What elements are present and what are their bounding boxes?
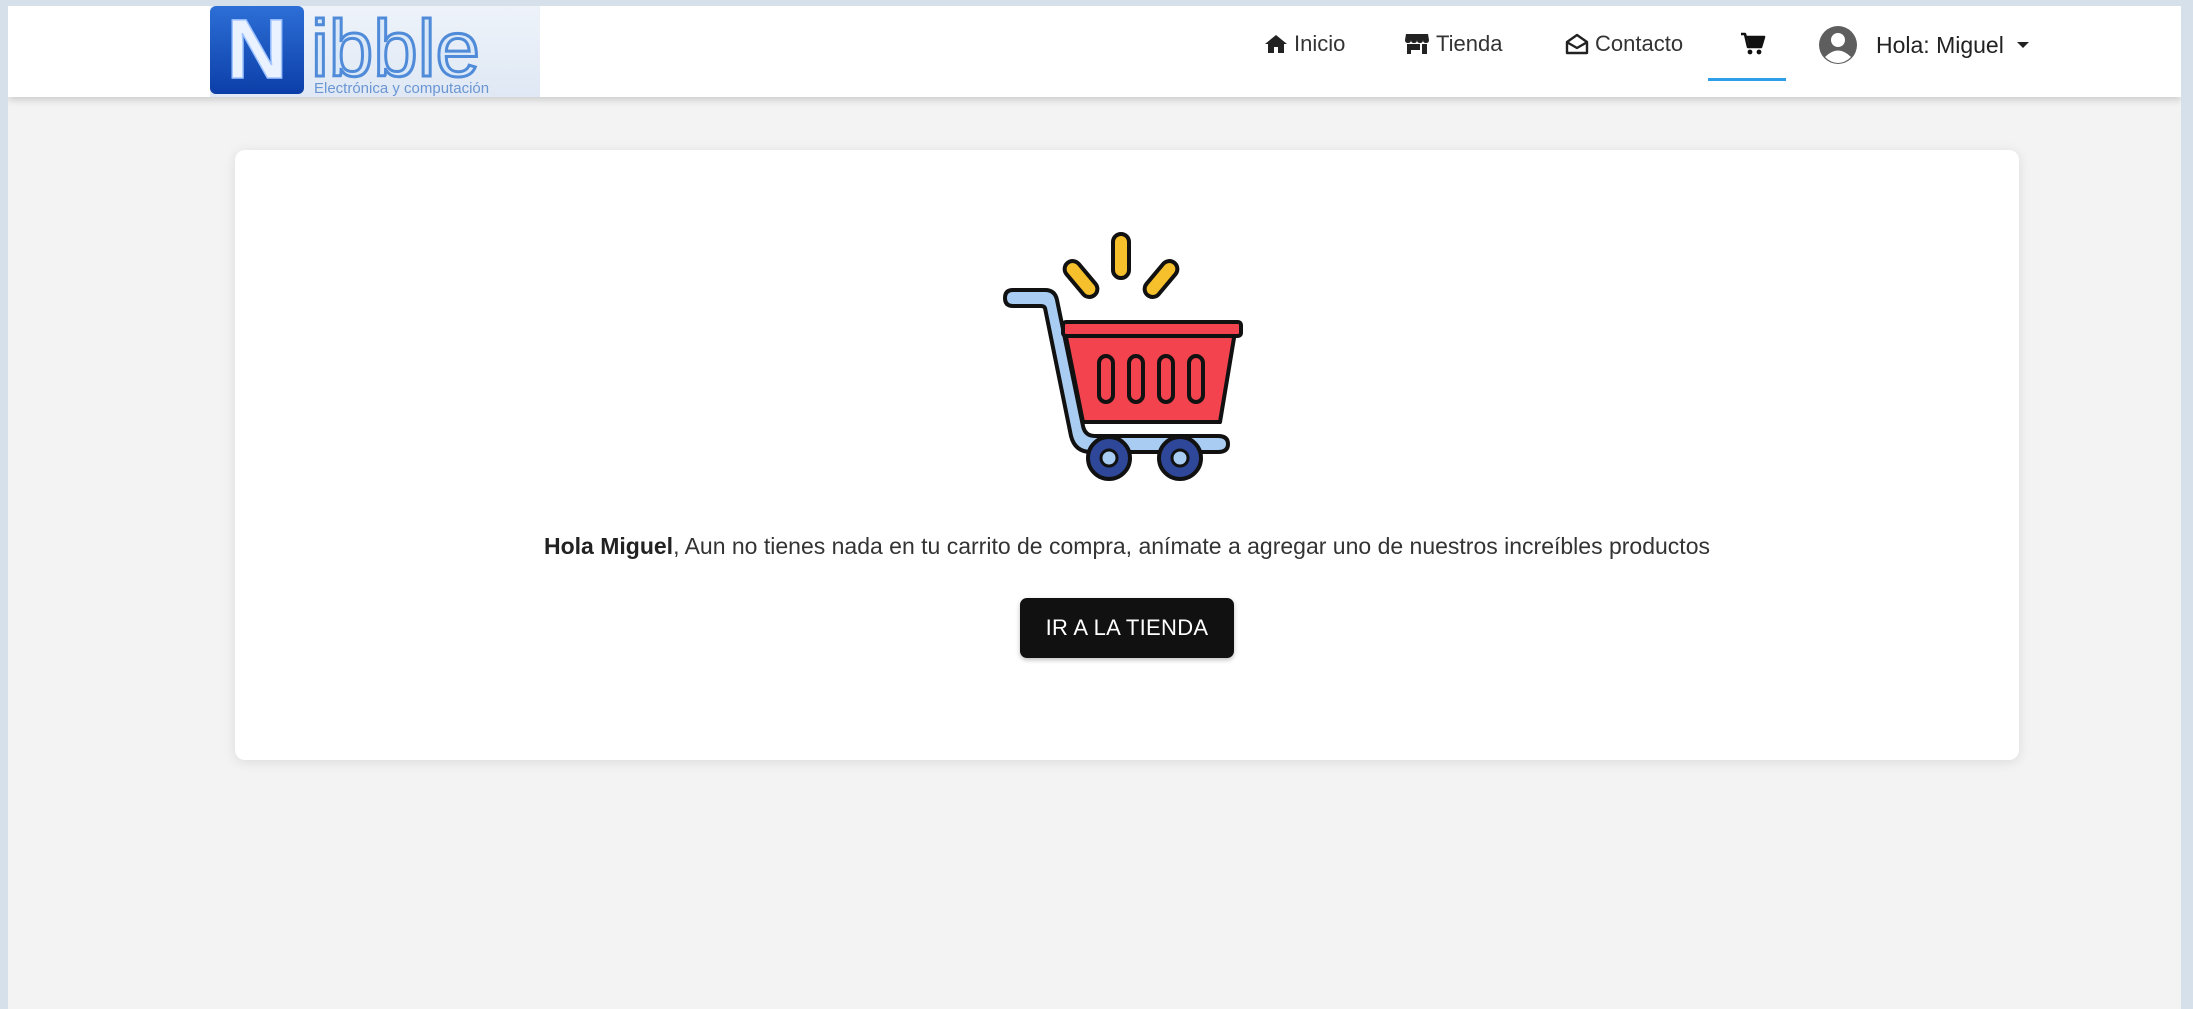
- empty-cart-message: Hola Miguel, Aun no tienes nada en tu ca…: [235, 533, 2019, 560]
- empty-cart-card: Hola Miguel, Aun no tienes nada en tu ca…: [235, 150, 2019, 760]
- caret-down-icon: [2016, 42, 2029, 48]
- empty-cart-illustration: [1003, 232, 1243, 481]
- nav-item-tienda[interactable]: Tienda: [1404, 26, 1502, 62]
- user-avatar-icon: [1819, 26, 1857, 64]
- navbar: N ibble Electrónica y computación Inicio: [8, 6, 2181, 97]
- empty-cart-text: , Aun no tienes nada en tu carrito de co…: [673, 533, 1710, 559]
- cart-icon: [1741, 32, 1766, 55]
- nav-item-cart[interactable]: [1740, 26, 1772, 62]
- nav-item-label: Contacto: [1595, 31, 1684, 56]
- go-to-store-button[interactable]: IR A LA TIENDA: [1020, 598, 1234, 658]
- user-greeting: Hola: Miguel: [1876, 31, 2004, 58]
- active-nav-indicator: [1708, 78, 1786, 81]
- browser-viewport: N ibble Electrónica y computación Inicio: [8, 6, 2181, 1009]
- envelope-open-icon: [1565, 33, 1589, 55]
- home-icon: [1265, 35, 1287, 53]
- store-icon: [1405, 34, 1429, 54]
- user-name: Hola Miguel: [544, 533, 674, 559]
- nav-item-label: Inicio: [1294, 31, 1346, 56]
- nav-item-inicio[interactable]: Inicio: [1264, 26, 1345, 62]
- user-menu-dropdown[interactable]: Hola: Miguel: [1818, 20, 2030, 70]
- main-nav: Inicio Tienda Contacto Hola: Miguel: [8, 6, 2181, 97]
- nav-item-label: Tienda: [1436, 31, 1503, 56]
- nav-item-contacto[interactable]: Contacto: [1565, 26, 1683, 62]
